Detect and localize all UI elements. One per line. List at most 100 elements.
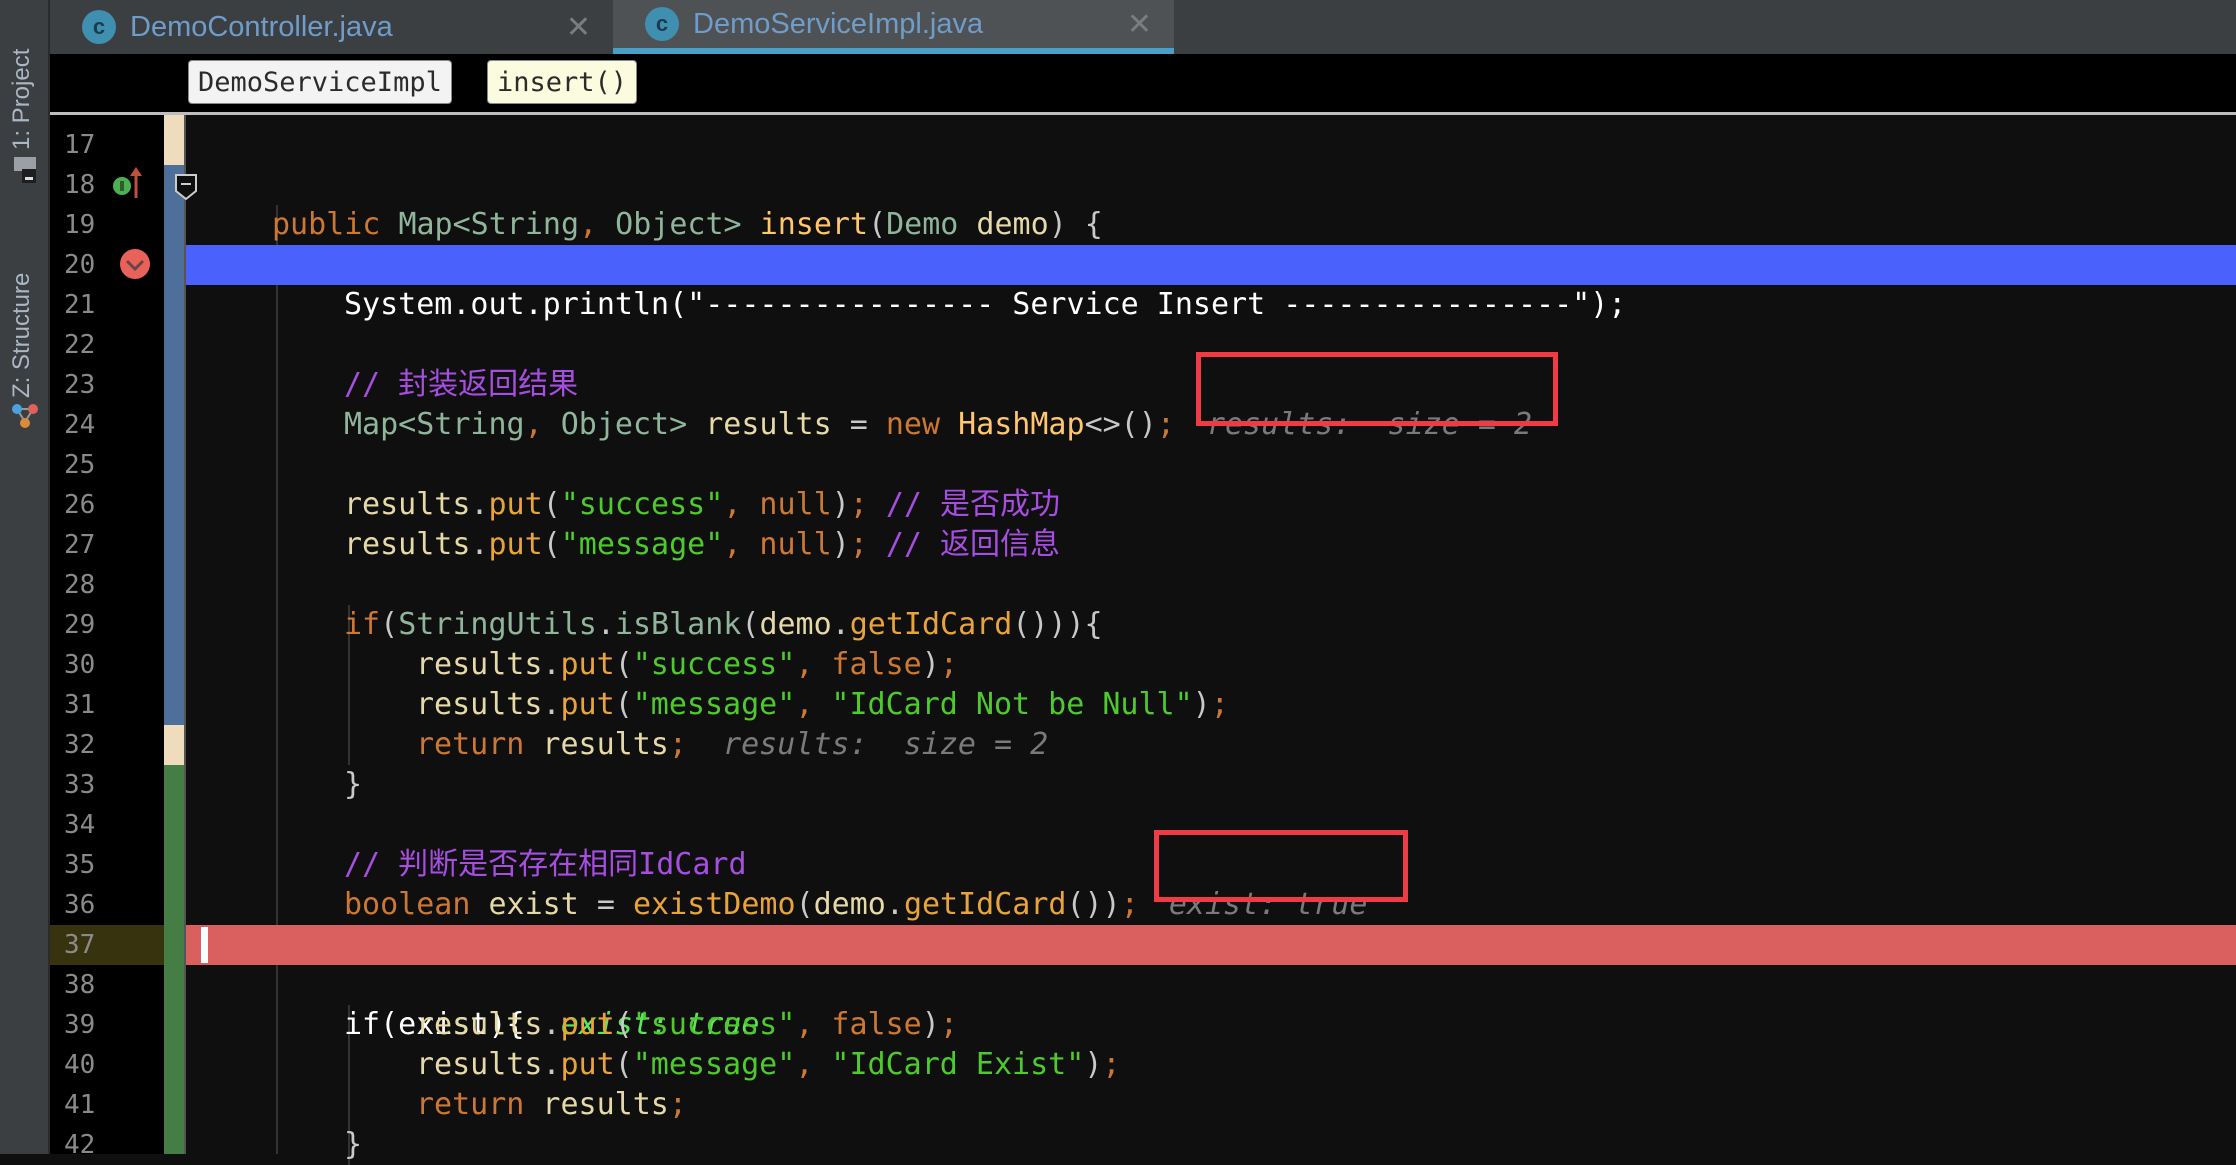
project-folder-icon [14, 157, 36, 183]
punct: <>() [1084, 407, 1157, 442]
structure-icon [12, 404, 38, 428]
code-line-30[interactable]: results.put("message", "IdCard Not be Nu… [186, 645, 2236, 722]
method-call: existDemo [633, 887, 796, 922]
punct: , [723, 527, 742, 562]
line-number[interactable]: 20 [64, 245, 124, 285]
code-line-39[interactable]: results.put("message", "IdCard Exist"); [186, 1005, 2236, 1082]
code-line-28[interactable]: if(StringUtils.isBlank(demo.getIdCard())… [186, 565, 2236, 642]
keyword: boolean [344, 887, 471, 922]
method-call: put [488, 527, 543, 562]
line-number[interactable]: 35 [64, 845, 124, 885]
line-number[interactable]: 24 [64, 405, 124, 445]
type: Map<String [344, 407, 525, 442]
line-number[interactable]: 39 [64, 1005, 124, 1045]
keyword: new [885, 407, 941, 442]
punct: ) { [1048, 207, 1103, 242]
method-name: insert [759, 207, 869, 242]
code-line-38[interactable]: results.put("success", false); [186, 965, 2236, 1042]
line-number[interactable]: 28 [64, 565, 124, 605]
code-line-18[interactable]: public Map<String, Object> insert(Demo d… [186, 165, 2236, 242]
line-number[interactable]: 23 [64, 365, 124, 405]
type: Object> [542, 407, 688, 442]
punct: ; [849, 527, 868, 562]
close-tab-icon[interactable]: ✕ [566, 10, 591, 45]
close-tab-icon[interactable]: ✕ [1127, 7, 1152, 42]
type: HashMap [940, 407, 1085, 442]
code-line-40[interactable]: return results; [186, 1045, 2236, 1122]
parameter: demo [958, 207, 1049, 242]
breadcrumb-class[interactable]: DemoServiceImpl [188, 60, 452, 104]
line-number[interactable]: 25 [64, 445, 124, 485]
line-number[interactable]: 31 [64, 685, 124, 725]
vcs-added-marker[interactable] [164, 765, 184, 1154]
code-line-29[interactable]: results.put("success", false); [186, 605, 2236, 682]
punct: , [524, 407, 543, 442]
code-line-37-breakpoint[interactable]: if(exist){ exist: true [186, 925, 2236, 1042]
closing-brace: } [344, 1127, 363, 1162]
line-number[interactable]: 37 [50, 925, 164, 965]
variable: exist [470, 887, 579, 922]
variable: results [344, 527, 471, 562]
line-number[interactable]: 21 [64, 285, 124, 325]
editor-tab-bar: c DemoController.java ✕ c DemoServiceImp… [50, 0, 2236, 54]
type: Map<String [398, 207, 580, 242]
code-line-31[interactable]: return results; results: size = 2 [186, 685, 2236, 762]
type: Demo [886, 207, 959, 242]
line-number[interactable]: 34 [64, 805, 124, 845]
line-number[interactable]: 36 [64, 885, 124, 925]
code-line-26[interactable]: results.put("message", null); // 返回信息 [186, 485, 2236, 562]
code-line-20-execution-point[interactable]: System.out.println("---------------- Ser… [186, 245, 2236, 322]
line-number[interactable]: 33 [64, 765, 124, 805]
structure-tool-window-button[interactable]: Z: Structure [8, 273, 36, 398]
method-call: getIdCard [903, 887, 1067, 922]
line-number[interactable]: 29 [64, 605, 124, 645]
code-line-41[interactable]: } [186, 1085, 2236, 1162]
line-number[interactable]: 26 [64, 485, 124, 525]
project-tool-window-button[interactable]: 1: Project [8, 49, 36, 150]
punct: ; [1120, 887, 1139, 922]
line-number[interactable]: 30 [64, 645, 124, 685]
vcs-modified-marker[interactable] [164, 725, 184, 765]
punct: ) [831, 527, 850, 562]
class-icon: c [82, 10, 116, 44]
breadcrumb: DemoServiceImpl insert() [50, 54, 2236, 112]
tab-demoserviceimpl[interactable]: c DemoServiceImpl.java ✕ [613, 0, 1174, 54]
line-number[interactable]: 32 [64, 725, 124, 765]
line-number[interactable]: 41 [64, 1085, 124, 1125]
breadcrumb-method[interactable]: insert() [487, 60, 638, 104]
punct: = [578, 887, 633, 922]
tool-window-strip: 1: Project Z: Structure [0, 0, 50, 1154]
code-text: System.out.println("---------------- Ser… [344, 287, 1627, 322]
line-number[interactable]: 27 [64, 525, 124, 565]
vcs-changed-marker[interactable] [164, 165, 184, 725]
punct: ()) [1066, 887, 1121, 922]
overrides-arrow-icon[interactable] [128, 166, 144, 200]
comment: // 返回信息 [867, 527, 1061, 562]
punct: . [885, 887, 904, 922]
tab-democontroller[interactable]: c DemoController.java ✕ [50, 0, 613, 54]
type: Object> [597, 207, 742, 242]
annotation-box [1154, 830, 1408, 902]
line-number[interactable]: 42 [64, 1125, 124, 1165]
punct: , [579, 207, 598, 242]
punct: ( [795, 887, 814, 922]
string: "message" [560, 527, 724, 562]
code-line-25[interactable]: results.put("success", null); // 是否成功 [186, 445, 2236, 522]
breakpoint-verified-icon[interactable] [118, 247, 152, 281]
code-line-32[interactable]: } [186, 725, 2236, 802]
tab-label: DemoServiceImpl.java [693, 7, 984, 40]
punct: = [831, 407, 886, 442]
vcs-modified-marker[interactable] [164, 115, 184, 165]
closing-brace: } [344, 767, 363, 802]
fold-icon[interactable] [174, 173, 198, 201]
line-number[interactable]: 19 [64, 205, 124, 245]
punct: ( [868, 207, 887, 242]
class-icon: c [645, 7, 679, 41]
variable: results [687, 407, 832, 442]
keyword: null [741, 527, 832, 562]
line-number[interactable]: 38 [64, 965, 124, 1005]
punct: ( [542, 527, 561, 562]
line-number[interactable]: 40 [64, 1045, 124, 1085]
line-number[interactable]: 17 [64, 125, 124, 165]
line-number[interactable]: 22 [64, 325, 124, 365]
